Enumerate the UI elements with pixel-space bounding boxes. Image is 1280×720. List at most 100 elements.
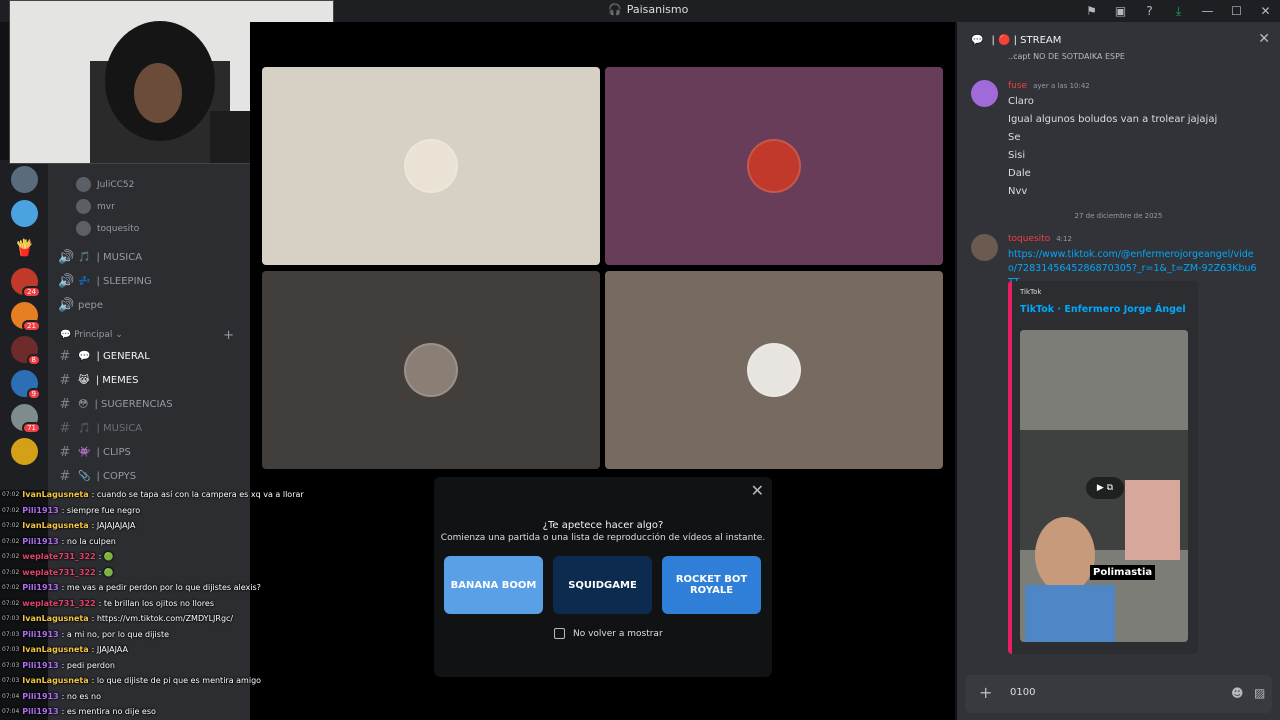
chat-username: IvanLagusneta xyxy=(22,521,89,531)
embed-video[interactable]: ▶ ⧉ Polimastia xyxy=(1020,330,1188,642)
text-channel-musica[interactable]: # 🎵 | MUSICA xyxy=(58,421,246,436)
chat-timestamp: 07:02 xyxy=(2,491,20,499)
participant-tile[interactable] xyxy=(605,271,943,469)
server-icon[interactable]: 8 xyxy=(11,336,41,366)
server-icon[interactable] xyxy=(11,200,38,227)
chat-username: weplate731_322 xyxy=(22,567,96,577)
stream-chat-overlay: 07:02 IvanLagusneta: cuando se tapa así c… xyxy=(0,487,320,720)
message-author[interactable]: fuse ayer a las 10:42 xyxy=(1008,81,1090,91)
hash-icon: # xyxy=(59,469,71,484)
server-icon[interactable]: 71 xyxy=(11,404,41,434)
chat-timestamp: 07:03 xyxy=(2,630,20,638)
chat-timestamp: 07:03 xyxy=(2,661,20,669)
server-rail: 🍟 24 21 8 9 71 xyxy=(0,160,48,490)
voice-user[interactable]: JuliCC52 xyxy=(76,177,134,192)
server-icon[interactable] xyxy=(11,438,38,465)
close-icon[interactable]: ✕ xyxy=(1258,31,1270,47)
chat-username: IvanLagusneta xyxy=(22,614,89,624)
hash-icon: # xyxy=(59,349,71,364)
dont-show-again-row[interactable]: No volver a mostrar xyxy=(554,628,663,639)
chat-line: 07:02 weplate731_322: 🟢 xyxy=(0,549,320,565)
chat-message: : JAJAJAJAJA xyxy=(91,521,136,531)
screen-icon[interactable]: ▣ xyxy=(1106,0,1135,22)
chat-timestamp: 07:02 xyxy=(2,599,20,607)
hash-icon: # xyxy=(59,445,71,460)
participant-avatar xyxy=(404,139,458,193)
chat-message: : JJAJAJAA xyxy=(91,645,128,655)
composer-input[interactable]: 0100 xyxy=(1010,687,1035,698)
chat-timestamp: 07:02 xyxy=(2,553,20,561)
chat-message: : no es no xyxy=(61,691,101,701)
server-icon[interactable]: 21 xyxy=(11,302,41,332)
server-icon[interactable] xyxy=(11,166,38,193)
chat-line: 07:02 weplate731_322: te brillan los ojit… xyxy=(0,596,320,612)
chat-message: : cuando se tapa así con la campera es x… xyxy=(91,490,304,500)
message-author[interactable]: toquesito 4:12 xyxy=(1008,234,1072,244)
emoji-icon[interactable]: ☻ xyxy=(1231,686,1244,700)
embed-title-link[interactable]: TikTok · Enfermero Jorge Ángel xyxy=(1020,304,1186,315)
chat-line: 07:03 IvanLagusneta: lo que dijiste de pi… xyxy=(0,673,320,689)
participant-tile[interactable] xyxy=(605,67,943,265)
chat-message: : lo que dijiste de pi que es mentira am… xyxy=(91,676,262,686)
chat-username: Pili1913 xyxy=(22,505,59,515)
message-line: Dale xyxy=(1008,168,1031,179)
flag-icon[interactable]: ⚑ xyxy=(1077,0,1106,22)
play-icon[interactable]: ▶ ⧉ xyxy=(1086,477,1124,499)
category-principal[interactable]: 💬 Principal ⌄ + xyxy=(60,328,240,343)
speaker-icon: 🔊 xyxy=(58,298,75,313)
hash-icon: # xyxy=(59,421,71,436)
minimize-icon[interactable]: — xyxy=(1193,0,1222,22)
fries-server-icon[interactable]: 🍟 xyxy=(11,234,38,261)
avatar[interactable] xyxy=(971,80,998,107)
participant-tile[interactable] xyxy=(262,67,600,265)
voice-user[interactable]: mvr xyxy=(76,199,115,214)
chat-message: : 🟢 xyxy=(98,552,114,562)
participant-tile[interactable] xyxy=(262,271,600,469)
chat-username: IvanLagusneta xyxy=(22,490,89,500)
activity-squid-game[interactable]: SQUIDGAME xyxy=(553,556,652,614)
voice-channel-pepe[interactable]: 🔊 pepe xyxy=(58,298,246,313)
server-icon: 🎧 xyxy=(608,3,622,16)
add-channel-icon[interactable]: + xyxy=(223,328,234,343)
server-icon[interactable]: 24 xyxy=(11,268,41,298)
close-icon[interactable]: ✕ xyxy=(1251,0,1280,22)
avatar[interactable] xyxy=(971,234,998,261)
server-icon[interactable]: 9 xyxy=(11,370,41,400)
attach-icon[interactable]: + xyxy=(979,683,992,702)
chat-line: 07:04 Pili1913: es mentira no dije eso xyxy=(0,704,320,720)
gif-icon[interactable]: ▨ xyxy=(1254,686,1265,700)
chat-line: 07:02 Pili1913: siempre fue negro xyxy=(0,503,320,519)
chat-message: : es mentira no dije eso xyxy=(61,707,156,717)
chat-username: Pili1913 xyxy=(22,536,59,546)
message-line: Sisi xyxy=(1008,150,1026,161)
voice-channel-musica[interactable]: 🔊 🎵 | MUSICA xyxy=(58,250,246,265)
chat-timestamp: 07:02 xyxy=(2,537,20,545)
download-icon[interactable]: ⤓ xyxy=(1164,0,1193,22)
chat-username: weplate731_322 xyxy=(22,552,96,562)
help-icon[interactable]: ? xyxy=(1135,0,1164,22)
chat-line: 07:03 IvanLagusneta: https://vm.tiktok.co… xyxy=(0,611,320,627)
text-channel-sugerencias[interactable]: # 😳 | SUGERENCIAS xyxy=(58,397,246,412)
chat-timestamp: 07:03 xyxy=(2,646,20,654)
activity-banana-boom[interactable]: BANANA BOOM xyxy=(444,556,543,614)
chat-timestamp: 07:02 xyxy=(2,584,20,592)
chat-username: Pili1913 xyxy=(22,691,59,701)
text-channel-general[interactable]: # 💬 | GENERAL xyxy=(58,349,246,364)
activity-rocket-bot-royale[interactable]: ROCKET BOT ROYALE xyxy=(662,556,761,614)
chat-message: : a mi no, por lo que dijiste xyxy=(61,629,169,639)
chat-line: 07:03 Pili1913: a mi no, por lo que dijis… xyxy=(0,627,320,643)
text-channel-copys[interactable]: # 📎 | COPYS xyxy=(58,469,246,484)
dont-show-again-checkbox[interactable] xyxy=(554,628,565,639)
message-line: Nvv xyxy=(1008,186,1028,197)
chat-message: : pedi perdon xyxy=(61,660,115,670)
text-channel-clips[interactable]: # 👾 | CLIPS xyxy=(58,445,246,460)
maximize-icon[interactable]: ☐ xyxy=(1222,0,1251,22)
close-icon[interactable]: ✕ xyxy=(751,481,764,500)
chat-username: Pili1913 xyxy=(22,583,59,593)
message-composer[interactable]: + 0100 ☻ ▨ xyxy=(965,675,1272,713)
chat-message: : 🟢 xyxy=(98,567,114,577)
voice-channel-sleeping[interactable]: 🔊 💤 | SLEEPING xyxy=(58,274,246,289)
text-channel-memes[interactable]: # 😹 | MEMES xyxy=(58,373,246,388)
voice-user[interactable]: toquesito xyxy=(76,221,139,236)
participant-avatar xyxy=(747,139,801,193)
